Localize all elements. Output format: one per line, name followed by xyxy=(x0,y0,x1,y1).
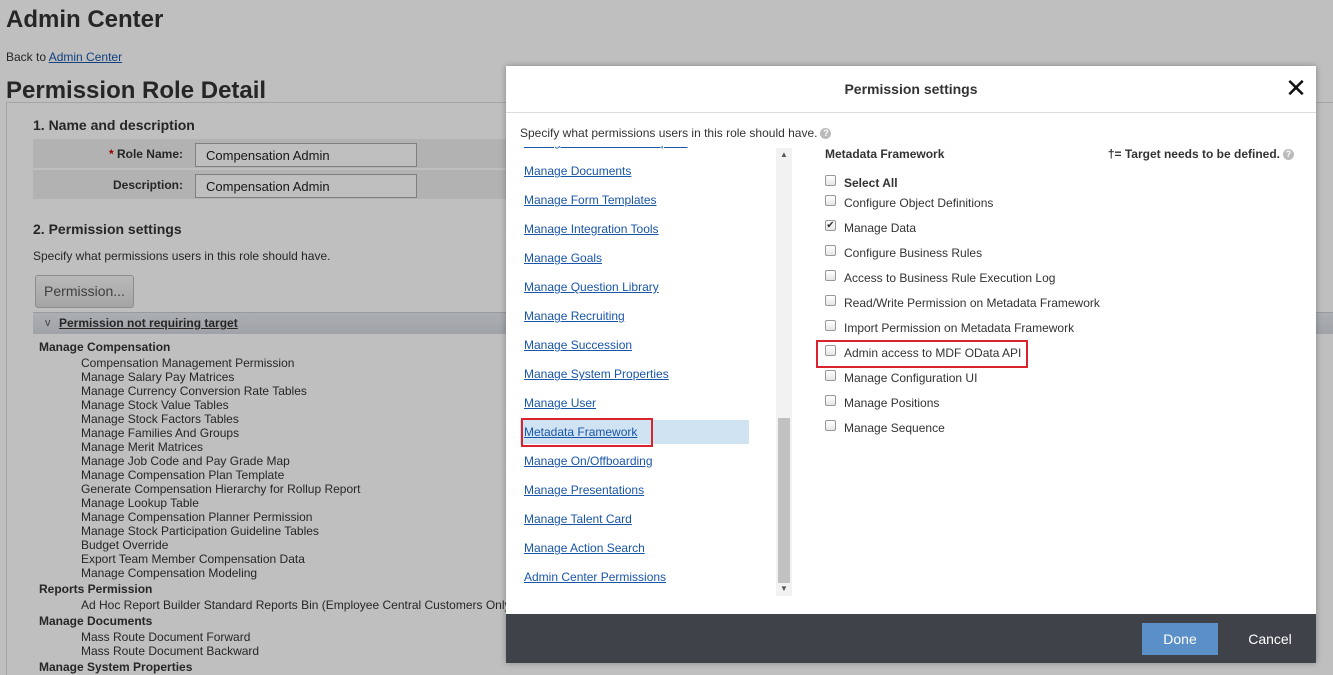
permission-option[interactable]: Import Permission on Metadata Framework xyxy=(825,318,1074,338)
permission-option[interactable]: Read/Write Permission on Metadata Framew… xyxy=(825,293,1100,313)
permission-settings-dialog: Permission settings ✕ Specify what permi… xyxy=(506,66,1316,663)
category-highlight-box xyxy=(521,418,653,447)
category-link[interactable]: Manage Succession xyxy=(520,333,749,357)
checkbox-label: Import Permission on Metadata Framework xyxy=(844,320,1075,335)
checkbox[interactable]: ✔ xyxy=(825,220,836,232)
scroll-down-icon[interactable]: ▼ xyxy=(776,582,792,596)
permission-option[interactable]: Admin access to MDF OData API xyxy=(825,343,1021,363)
close-icon[interactable]: ✕ xyxy=(1284,74,1308,102)
scroll-up-icon[interactable]: ▲ xyxy=(776,148,792,162)
checkbox[interactable] xyxy=(825,270,836,282)
dialog-intro: Specify what permissions users in this r… xyxy=(520,126,832,140)
dialog-footer: Done Cancel xyxy=(506,614,1316,663)
category-link[interactable]: Manage Presentations xyxy=(520,478,749,502)
category-link[interactable]: Manage Documents xyxy=(520,159,749,183)
section-heading: Metadata Framework xyxy=(825,147,945,161)
checkbox-label: Admin access to MDF OData API xyxy=(844,345,1022,360)
checkbox-label: Configure Object Definitions xyxy=(844,195,994,210)
category-link[interactable]: Manage On/Offboarding xyxy=(520,449,749,473)
checkbox-label: Access to Business Rule Execution Log xyxy=(844,270,1056,285)
dialog-header: Permission settings ✕ xyxy=(506,66,1316,113)
permission-option[interactable]: Manage Sequence xyxy=(825,418,945,438)
checkbox[interactable] xyxy=(825,295,836,307)
help-icon[interactable]: ? xyxy=(1283,149,1294,161)
permission-option[interactable]: Manage Configuration UI xyxy=(825,368,977,388)
dialog-intro-text: Specify what permissions users in this r… xyxy=(520,126,818,140)
checkbox[interactable] xyxy=(825,175,836,187)
permission-option[interactable]: Configure Object Definitions xyxy=(825,193,993,213)
target-note: †= Target needs to be defined.? xyxy=(1108,147,1294,161)
permission-category-list: Manage Dashboards / Reports Manage Docume… xyxy=(520,146,792,596)
category-link[interactable]: Manage Recruiting xyxy=(520,304,749,328)
cancel-button[interactable]: Cancel xyxy=(1234,623,1306,655)
dialog-title: Permission settings xyxy=(844,81,978,97)
permission-option[interactable]: Configure Business Rules xyxy=(825,243,982,263)
metadata-framework-permissions: Metadata Framework †= Target needs to be… xyxy=(816,146,1304,586)
help-icon[interactable]: ? xyxy=(820,128,832,140)
checkbox-label: Read/Write Permission on Metadata Framew… xyxy=(844,295,1100,310)
permission-option[interactable]: Access to Business Rule Execution Log xyxy=(825,268,1055,288)
category-scrollbar[interactable]: ▲ ▼ xyxy=(776,148,792,596)
category-link[interactable]: Manage User xyxy=(520,391,749,415)
checkbox[interactable] xyxy=(825,195,836,207)
category-link[interactable]: Manage Form Templates xyxy=(520,188,749,212)
checkbox-label: Manage Positions xyxy=(844,395,940,410)
checkbox[interactable] xyxy=(825,420,836,432)
select-all-checkbox[interactable]: Select All xyxy=(825,173,898,193)
permission-option[interactable]: ✔ Manage Data xyxy=(825,218,916,238)
checkbox-label: Select All xyxy=(844,175,898,190)
category-link[interactable]: Manage Dashboards / Reports xyxy=(520,146,749,154)
checkbox[interactable] xyxy=(825,370,836,382)
scrollbar-thumb[interactable] xyxy=(778,418,790,583)
done-button[interactable]: Done xyxy=(1142,623,1218,655)
checkbox-label: Manage Sequence xyxy=(844,420,945,435)
category-link[interactable]: Manage System Properties xyxy=(520,362,749,386)
category-link[interactable]: Manage Talent Card xyxy=(520,507,749,531)
checkbox-label: Configure Business Rules xyxy=(844,245,983,260)
category-link[interactable]: Manage Question Library xyxy=(520,275,749,299)
category-link[interactable]: Manage Goals xyxy=(520,246,749,270)
checkbox[interactable] xyxy=(825,320,836,332)
checkbox[interactable] xyxy=(825,395,836,407)
target-note-text: †= Target needs to be defined. xyxy=(1107,147,1280,161)
category-link[interactable]: Admin Center Permissions xyxy=(520,565,749,589)
category-link[interactable]: Manage Action Search xyxy=(520,536,749,560)
checkbox[interactable] xyxy=(825,245,836,257)
checkbox-label: Manage Configuration UI xyxy=(844,370,978,385)
category-link[interactable]: Manage Integration Tools xyxy=(520,217,749,241)
permission-option[interactable]: Manage Positions xyxy=(825,393,939,413)
checkbox[interactable] xyxy=(825,345,836,357)
checkbox-label: Manage Data xyxy=(844,220,917,235)
